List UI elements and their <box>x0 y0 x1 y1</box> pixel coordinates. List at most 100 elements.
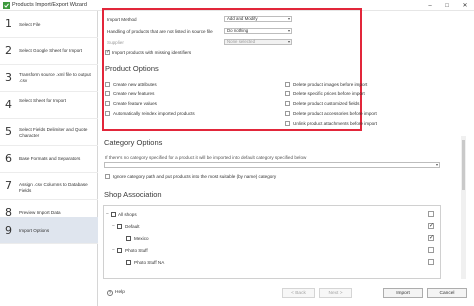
step-select-google-sheet[interactable]: 2 Select Google Sheet for Import <box>0 38 98 65</box>
handling-select[interactable]: Do nothing ▾ <box>224 28 292 34</box>
import-button[interactable]: Import <box>383 288 423 298</box>
step-label: Transform source .xml file to output .cs… <box>19 72 91 83</box>
unlink-attachments-checkbox[interactable] <box>285 121 290 126</box>
step-number: 6 <box>5 152 12 165</box>
photo-stuff-checkbox[interactable] <box>428 247 434 253</box>
shop-tree: − All shops − Default Mexico − Photo Stu… <box>103 205 441 279</box>
tree-row-all-shops[interactable]: − All shops <box>104 210 440 219</box>
create-feature-values-checkbox[interactable] <box>105 101 110 106</box>
step-label: Preview Import Data <box>19 210 61 215</box>
chevron-down-icon: ▾ <box>435 162 438 167</box>
ignore-category-path-label: Ignore category path and put products in… <box>113 174 277 179</box>
step-label: Select Sheet for Import <box>19 98 66 103</box>
mexico-checkbox[interactable] <box>428 234 434 241</box>
reindex-checkbox[interactable] <box>105 111 110 116</box>
step-number: 2 <box>5 44 12 57</box>
photo-stuff-na-checkbox[interactable] <box>428 259 434 265</box>
step-label: Assign .csv Columns to Database Fields <box>19 182 88 193</box>
step-number: 3 <box>5 71 12 84</box>
step-label: Import Options <box>19 228 50 233</box>
step-assign-columns[interactable]: 7 Assign .csv Columns to Database Fields <box>0 173 98 200</box>
scrollbar-thumb[interactable] <box>462 140 465 190</box>
step-label: Base Formats and Separators <box>19 156 81 161</box>
ignore-category-path-checkbox[interactable] <box>105 174 110 179</box>
chevron-down-icon: ▾ <box>287 28 290 33</box>
product-options-title: Product Options <box>105 64 159 73</box>
supplier-value: None selected <box>227 39 256 44</box>
shop-group-icon <box>111 212 116 217</box>
default-category-select[interactable]: ▾ <box>104 162 440 168</box>
import-method-label: Import Method <box>107 17 137 22</box>
window-title: Products Import/Export Wizard <box>12 2 87 8</box>
shop-icon <box>126 236 131 241</box>
step-import-options[interactable]: 9 Import Options <box>0 217 98 244</box>
app-icon <box>3 2 10 9</box>
tree-row-mexico[interactable]: Mexico <box>104 234 440 243</box>
create-attributes-label: Create new attributes <box>113 82 157 87</box>
create-features-label: Create new features <box>113 91 155 96</box>
shop-group-icon <box>117 248 122 253</box>
tree-label: Mexico <box>134 236 149 241</box>
unlink-attachments-label: Unlink product attachments before import <box>293 121 378 126</box>
category-description: If there's no category specified for a p… <box>105 155 307 160</box>
reindex-label: Automatically reindex imported products <box>113 111 195 116</box>
missing-identifiers-label: Import products with missing identifiers <box>112 50 192 55</box>
step-transform-xml[interactable]: 3 Transform source .xml file to output .… <box>0 65 98 92</box>
all-shops-checkbox[interactable] <box>428 211 434 217</box>
delete-customized-fields-label: Delete product customized fields <box>293 101 360 106</box>
step-number: 5 <box>5 125 12 138</box>
chevron-down-icon: ▾ <box>287 39 290 44</box>
step-base-formats[interactable]: 6 Base Formats and Separators <box>0 146 98 173</box>
delete-images-checkbox[interactable] <box>285 82 290 87</box>
step-label: Select Fields Delimiter and Quote Charac… <box>19 127 88 138</box>
tree-label: Default <box>125 224 140 229</box>
help-link[interactable]: Help <box>115 290 125 295</box>
import-method-value: Add and Modify <box>227 16 258 21</box>
close-button[interactable]: ✕ <box>456 0 474 11</box>
step-number: 4 <box>5 98 12 111</box>
tree-label: All shops <box>118 212 137 217</box>
create-attributes-checkbox[interactable] <box>105 82 110 87</box>
help-icon[interactable]: ? <box>107 290 113 296</box>
delete-specific-prices-checkbox[interactable] <box>285 91 290 96</box>
delete-accessories-label: Delete product accessories before import <box>293 111 377 116</box>
maximize-button[interactable]: □ <box>438 0 456 11</box>
step-label: Select File <box>19 22 41 27</box>
collapse-icon[interactable]: − <box>112 223 115 229</box>
collapse-icon[interactable]: − <box>106 211 109 217</box>
supplier-select[interactable]: None selected ▾ <box>224 39 292 45</box>
supplier-label: Supplier <box>107 40 124 45</box>
create-features-checkbox[interactable] <box>105 91 110 96</box>
tree-row-default[interactable]: − Default <box>104 222 440 231</box>
shop-group-icon <box>117 224 122 229</box>
step-delimiter-quote[interactable]: 5 Select Fields Delimiter and Quote Char… <box>0 119 98 146</box>
step-number: 9 <box>5 224 12 237</box>
cancel-button[interactable]: Cancel <box>427 288 467 298</box>
missing-identifiers-checkbox[interactable] <box>105 49 110 55</box>
shop-association-title: Shop Association <box>104 190 162 199</box>
tree-label: Photo Stuff NA <box>134 260 165 265</box>
minimize-button[interactable]: – <box>421 0 439 11</box>
import-method-select[interactable]: Add and Modify ▾ <box>224 16 292 22</box>
back-button[interactable]: < Back <box>282 288 315 298</box>
delete-customized-fields-checkbox[interactable] <box>285 101 290 106</box>
step-number: 7 <box>5 179 12 192</box>
step-select-file[interactable]: 1 Select File <box>0 11 98 38</box>
wizard-steps-sidebar: 1 Select File 2 Select Google Sheet for … <box>0 11 98 306</box>
delete-specific-prices-label: Delete specific prices before import <box>293 91 365 96</box>
create-feature-values-label: Create feature values <box>113 101 157 106</box>
tree-row-photo-stuff-na[interactable]: Photo Stuff NA <box>104 258 440 267</box>
step-select-sheet[interactable]: 4 Select Sheet for Import <box>0 92 98 119</box>
handling-value: Do nothing <box>227 28 249 33</box>
step-label: Select Google Sheet for Import <box>19 48 83 53</box>
tree-label: Photo Stuff <box>125 248 148 253</box>
collapse-icon[interactable]: − <box>112 247 115 253</box>
step-number: 1 <box>5 17 12 30</box>
tree-row-photo-stuff[interactable]: − Photo Stuff <box>104 246 440 255</box>
next-button[interactable]: Next > <box>319 288 352 298</box>
delete-accessories-checkbox[interactable] <box>285 111 290 116</box>
default-checkbox[interactable] <box>428 222 434 229</box>
delete-images-label: Delete product images before import <box>293 82 368 87</box>
category-options-title: Category Options <box>104 138 163 147</box>
handling-label: Handling of products that are not listed… <box>107 29 213 34</box>
